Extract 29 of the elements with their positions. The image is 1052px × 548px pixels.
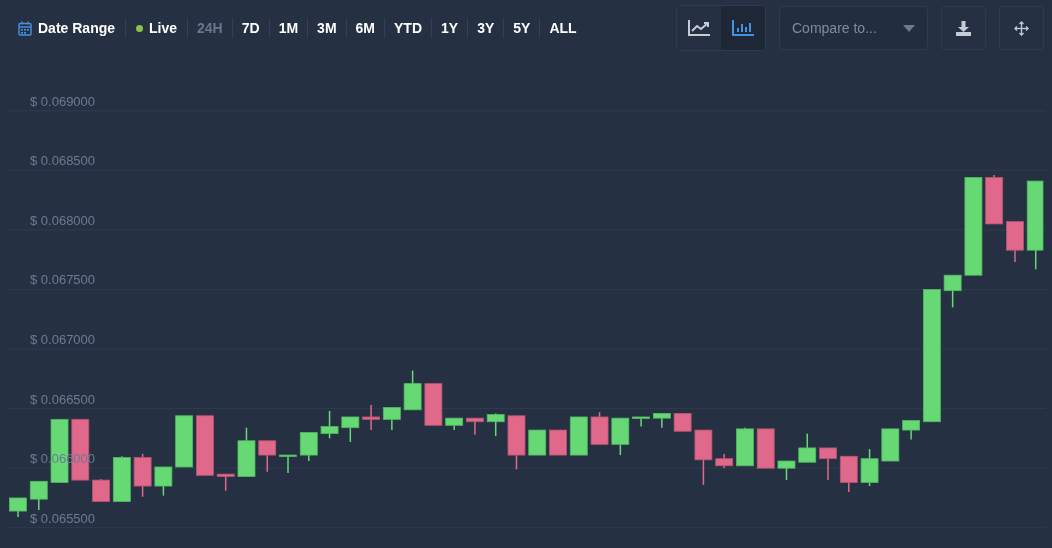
axis-label: $ 0.068000	[30, 212, 96, 228]
range-button[interactable]: 1M	[268, 18, 308, 38]
range-button[interactable]: 3M	[307, 18, 346, 38]
range-button[interactable]: 5Y	[503, 18, 540, 38]
range-button[interactable]: 6M	[345, 18, 384, 38]
range-button[interactable]: 3Y	[467, 18, 504, 38]
axis-label: $ 0.069000	[30, 93, 96, 109]
axis-label: $ 0.067500	[30, 272, 96, 288]
download-icon	[956, 20, 971, 36]
range-button[interactable]: 7D	[231, 18, 269, 38]
axis-label: $ 0.068500	[30, 153, 96, 169]
bar-chart-icon	[731, 19, 755, 37]
axis-label: $ 0.067000	[30, 332, 96, 348]
caret-icon	[903, 24, 915, 32]
bar-chart-button[interactable]	[721, 6, 765, 50]
axis-label: $ 0.066500	[30, 391, 96, 407]
move-icon	[1014, 20, 1029, 36]
move-button[interactable]	[999, 6, 1044, 50]
calendar-icon	[18, 20, 32, 36]
axis-label: $ 0.066000	[30, 451, 96, 467]
range-button[interactable]: 1Y	[431, 18, 468, 38]
line-chart-icon	[687, 19, 711, 37]
date-range-label[interactable]: Date Range	[38, 20, 116, 36]
axis-label: $ 0.065500	[30, 510, 96, 526]
live-label[interactable]: Live	[149, 20, 178, 36]
download-button[interactable]	[941, 6, 986, 50]
compare-dropdown[interactable]: Compare to...	[779, 6, 928, 50]
range-button[interactable]: ALL	[539, 18, 586, 38]
range-button[interactable]: YTD	[384, 18, 431, 38]
